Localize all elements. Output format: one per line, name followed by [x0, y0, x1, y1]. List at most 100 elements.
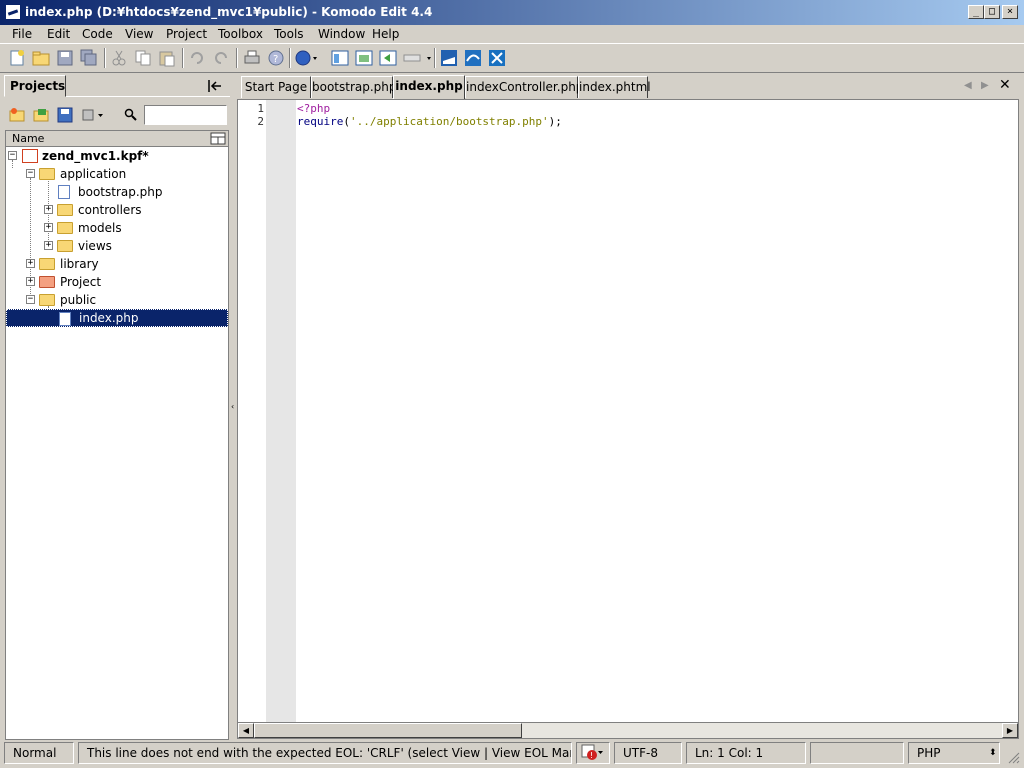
- project-filter-input[interactable]: [144, 105, 227, 125]
- toolbar-separator: [289, 48, 291, 68]
- undo-icon[interactable]: [188, 49, 206, 67]
- tab-bootstrap[interactable]: bootstrap.php: [311, 76, 397, 98]
- php-file-icon: [59, 312, 71, 326]
- browser-preview-icon[interactable]: [294, 49, 317, 67]
- view-layout-icon[interactable]: [331, 49, 349, 67]
- toolbox-icon[interactable]: [440, 49, 458, 67]
- menu-tools[interactable]: Tools: [274, 27, 304, 41]
- main-toolbar: ?: [0, 43, 1024, 73]
- tree-item-label: library: [60, 257, 99, 271]
- open-folder-icon[interactable]: [32, 49, 50, 67]
- menu-bar: File Edit Code View Project Toolbox Tool…: [0, 25, 1024, 43]
- tab-index-controller[interactable]: indexController.php: [465, 76, 583, 98]
- toolbar-separator: [182, 48, 184, 68]
- expand-icon[interactable]: +: [26, 277, 35, 286]
- tree-item-public[interactable]: − public: [26, 291, 226, 309]
- view-output-icon[interactable]: [379, 49, 397, 67]
- print-icon[interactable]: [243, 49, 261, 67]
- menu-view[interactable]: View: [125, 27, 153, 41]
- menu-project[interactable]: Project: [166, 27, 207, 41]
- help-icon[interactable]: ?: [267, 49, 285, 67]
- status-check-icon[interactable]: !: [576, 742, 610, 764]
- menu-window[interactable]: Window: [318, 27, 365, 41]
- scroll-left-icon[interactable]: ◀: [238, 723, 254, 738]
- tree-item-controllers[interactable]: + controllers: [44, 201, 224, 219]
- tab-scroll-right-icon[interactable]: ▶: [981, 80, 991, 92]
- cut-icon[interactable]: [110, 49, 128, 67]
- language-dropdown-icon: ⬍: [989, 748, 997, 758]
- menu-file[interactable]: File: [12, 27, 32, 41]
- folder-icon: [57, 240, 73, 252]
- macro-dropdown-icon[interactable]: [403, 49, 431, 67]
- status-language[interactable]: PHP ⬍: [908, 742, 1000, 764]
- menu-edit[interactable]: Edit: [47, 27, 70, 41]
- new-project-icon[interactable]: [9, 107, 26, 123]
- tree-column-header[interactable]: Name: [6, 131, 228, 147]
- collapse-pane-icon[interactable]: [207, 79, 223, 93]
- line-number-gutter: [238, 100, 266, 722]
- maximize-button[interactable]: □: [984, 5, 1000, 19]
- tree-item-models[interactable]: + models: [44, 219, 224, 237]
- tree-item-index-selected[interactable]: index.php: [6, 309, 228, 327]
- pane-splitter[interactable]: ‹: [230, 74, 236, 740]
- collapse-icon[interactable]: −: [26, 169, 35, 178]
- open-project-icon[interactable]: [33, 107, 50, 123]
- menu-toolbox[interactable]: Toolbox: [218, 27, 263, 41]
- column-picker-icon[interactable]: [210, 132, 226, 145]
- toolbar-separator: [434, 48, 436, 68]
- save-project-icon[interactable]: [57, 107, 74, 123]
- expand-icon[interactable]: +: [44, 205, 53, 214]
- status-blank: [810, 742, 904, 764]
- minimize-button[interactable]: _: [968, 5, 984, 19]
- scrollbar-thumb[interactable]: [254, 723, 522, 738]
- komodo-app-icon: [5, 4, 21, 20]
- scroll-right-icon[interactable]: ▶: [1002, 723, 1018, 738]
- tree-item-project-file[interactable]: − zend_mvc1.kpf*: [8, 147, 228, 165]
- collapse-icon[interactable]: −: [8, 151, 17, 160]
- title-bar: index.php (D:¥htdocs¥zend_mvc1¥public) -…: [0, 0, 1024, 25]
- save-all-icon[interactable]: [80, 49, 98, 67]
- code-line[interactable]: require('../application/bootstrap.php');: [297, 115, 562, 128]
- project-options-icon[interactable]: [82, 107, 106, 123]
- resize-grip-icon[interactable]: [1006, 750, 1020, 764]
- expand-icon[interactable]: +: [26, 259, 35, 268]
- expand-icon[interactable]: +: [44, 241, 53, 250]
- close-tab-icon[interactable]: ✕: [999, 77, 1013, 93]
- tree-item-bootstrap[interactable]: bootstrap.php: [44, 183, 224, 201]
- search-icon: [124, 108, 138, 122]
- collapse-icon[interactable]: −: [26, 295, 35, 304]
- projects-tab[interactable]: Projects: [4, 75, 66, 97]
- project-file-icon: [22, 149, 38, 163]
- menu-code[interactable]: Code: [82, 27, 113, 41]
- redo-icon[interactable]: [212, 49, 230, 67]
- view-image-icon[interactable]: [355, 49, 373, 67]
- svg-text:?: ?: [273, 54, 278, 65]
- tree-item-views[interactable]: + views: [44, 237, 224, 255]
- close-button[interactable]: ×: [1002, 5, 1018, 19]
- name-column-label: Name: [12, 132, 45, 145]
- tree-item-label: public: [60, 293, 97, 307]
- menu-help[interactable]: Help: [372, 27, 399, 41]
- save-icon[interactable]: [56, 49, 74, 67]
- tree-item-label: index.php: [79, 311, 139, 325]
- copy-icon[interactable]: [134, 49, 152, 67]
- tree-item-label: controllers: [78, 203, 142, 217]
- project-folder-icon: [39, 276, 55, 288]
- tree-item-application[interactable]: − application: [26, 165, 226, 183]
- paste-icon[interactable]: [158, 49, 176, 67]
- tree-item-library[interactable]: + library: [26, 255, 226, 273]
- toolbar-separator: [104, 48, 106, 68]
- code-editor[interactable]: [237, 99, 1019, 723]
- ftp-icon[interactable]: [464, 49, 482, 67]
- tab-index-phtml[interactable]: index.phtml: [578, 76, 651, 98]
- open-folder-icon: [39, 294, 55, 306]
- debug-icon[interactable]: [488, 49, 506, 67]
- expand-icon[interactable]: +: [44, 223, 53, 232]
- new-file-icon[interactable]: [8, 49, 26, 67]
- tab-scroll-left-icon[interactable]: ◀: [964, 80, 974, 92]
- code-line[interactable]: <?php: [297, 102, 330, 115]
- tree-item-project-folder[interactable]: + Project: [26, 273, 226, 291]
- tab-start-page[interactable]: Start Page: [241, 76, 311, 98]
- tab-index-php[interactable]: index.php: [393, 75, 465, 99]
- status-encoding[interactable]: UTF-8: [614, 742, 682, 764]
